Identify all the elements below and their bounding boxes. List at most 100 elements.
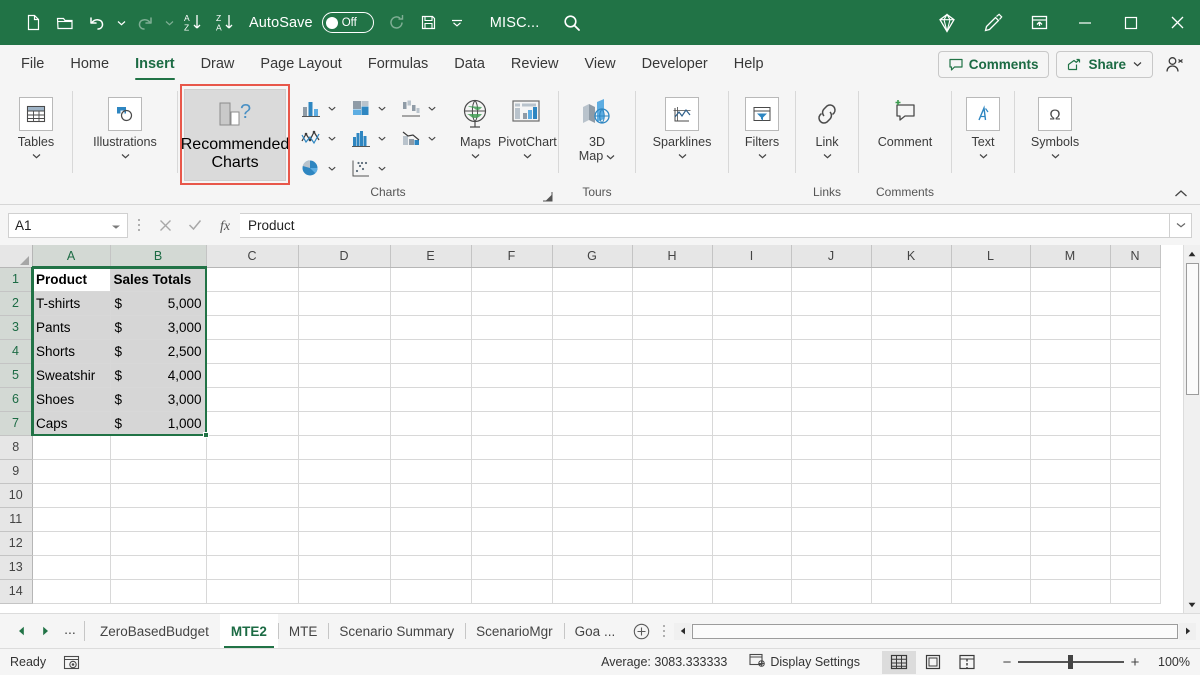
cell-c7[interactable] xyxy=(206,411,298,435)
cell-b11[interactable] xyxy=(110,507,206,531)
open-folder-icon[interactable] xyxy=(50,8,80,38)
maximize-button[interactable] xyxy=(1108,0,1154,45)
cell-f13[interactable] xyxy=(471,555,552,579)
status-average[interactable]: Average: 3083.333333 xyxy=(601,655,727,669)
zoom-level-label[interactable]: 100% xyxy=(1146,655,1190,669)
undo-dropdown-caret-icon[interactable] xyxy=(114,9,128,37)
cell-b4[interactable]: $2,500 xyxy=(110,339,206,363)
cell-c5[interactable] xyxy=(206,363,298,387)
cell-k2[interactable] xyxy=(871,291,951,315)
cell-b7[interactable]: $1,000 xyxy=(110,411,206,435)
cancel-formula-icon[interactable] xyxy=(150,213,180,238)
row-header-14[interactable]: 14 xyxy=(0,579,32,603)
formula-bar-handle[interactable] xyxy=(128,213,150,238)
3d-map-button[interactable]: 3D Map xyxy=(559,87,635,163)
cell-m3[interactable] xyxy=(1030,315,1110,339)
cell-f11[interactable] xyxy=(471,507,552,531)
cell-c11[interactable] xyxy=(206,507,298,531)
row-header-11[interactable]: 11 xyxy=(0,507,32,531)
cell-e14[interactable] xyxy=(390,579,471,603)
illustrations-caret-icon[interactable] xyxy=(121,149,130,163)
sparklines-caret-icon[interactable] xyxy=(678,149,687,163)
maps-button[interactable]: Maps xyxy=(454,87,497,163)
insert-function-icon[interactable]: fx xyxy=(210,213,240,238)
sheet-overflow-icon[interactable]: ... xyxy=(58,619,82,643)
cell-j3[interactable] xyxy=(791,315,871,339)
cell-n3[interactable] xyxy=(1110,315,1160,339)
cell-e11[interactable] xyxy=(390,507,471,531)
sparklines-button[interactable]: Sparklines xyxy=(636,87,728,163)
cell-j7[interactable] xyxy=(791,411,871,435)
previous-sheet-icon[interactable] xyxy=(10,619,32,643)
pie-chart-caret-icon[interactable] xyxy=(326,156,338,180)
cell-d14[interactable] xyxy=(298,579,390,603)
recommended-charts-button[interactable]: ? Recommended Charts xyxy=(184,89,286,181)
cell-e13[interactable] xyxy=(390,555,471,579)
row-header-3[interactable]: 3 xyxy=(0,315,32,339)
zoom-in-button[interactable]: + xyxy=(1124,652,1146,672)
cell-h6[interactable] xyxy=(632,387,712,411)
maps-caret-icon[interactable] xyxy=(471,149,480,163)
tab-insert[interactable]: Insert xyxy=(122,45,188,83)
cell-f7[interactable] xyxy=(471,411,552,435)
cell-e7[interactable] xyxy=(390,411,471,435)
cell-a9[interactable] xyxy=(32,459,110,483)
scroll-down-icon[interactable] xyxy=(1184,596,1200,613)
charts-dialog-launcher[interactable] xyxy=(540,189,554,203)
column-header-j[interactable]: J xyxy=(791,245,871,267)
cell-l2[interactable] xyxy=(951,291,1030,315)
cell-f9[interactable] xyxy=(471,459,552,483)
cell-f5[interactable] xyxy=(471,363,552,387)
scroll-left-icon[interactable] xyxy=(674,623,691,640)
cell-a4[interactable]: Shorts xyxy=(32,339,110,363)
cell-j2[interactable] xyxy=(791,291,871,315)
cell-k5[interactable] xyxy=(871,363,951,387)
cell-a13[interactable] xyxy=(32,555,110,579)
cells-viewport[interactable]: A B C D E F G H I J K L M N xyxy=(0,245,1183,613)
cell-j4[interactable] xyxy=(791,339,871,363)
cell-k4[interactable] xyxy=(871,339,951,363)
horizontal-scrollbar-thumb[interactable] xyxy=(692,624,1178,639)
cell-c14[interactable] xyxy=(206,579,298,603)
vertical-scrollbar-track[interactable] xyxy=(1184,262,1200,596)
cell-g12[interactable] xyxy=(552,531,632,555)
cell-j5[interactable] xyxy=(791,363,871,387)
cell-a8[interactable] xyxy=(32,435,110,459)
cell-b13[interactable] xyxy=(110,555,206,579)
cell-l1[interactable] xyxy=(951,267,1030,291)
sort-descending-icon[interactable]: ZA xyxy=(210,8,240,38)
cell-b5[interactable]: $4,000 xyxy=(110,363,206,387)
cell-d11[interactable] xyxy=(298,507,390,531)
search-icon[interactable] xyxy=(557,8,587,38)
sheet-tab-scenariomgr[interactable]: ScenarioMgr xyxy=(465,614,564,648)
cell-i10[interactable] xyxy=(712,483,791,507)
vertical-scrollbar[interactable] xyxy=(1183,245,1200,613)
cell-i11[interactable] xyxy=(712,507,791,531)
cell-k10[interactable] xyxy=(871,483,951,507)
cell-m7[interactable] xyxy=(1030,411,1110,435)
copilot-icon[interactable] xyxy=(924,0,970,45)
tab-formulas[interactable]: Formulas xyxy=(355,45,441,83)
select-all-corner[interactable] xyxy=(0,245,32,267)
filters-caret-icon[interactable] xyxy=(758,149,767,163)
cell-a1[interactable]: Product xyxy=(32,267,110,291)
pivotchart-button[interactable]: PivotChart xyxy=(497,87,558,163)
cell-e5[interactable] xyxy=(390,363,471,387)
column-chart-caret-icon[interactable] xyxy=(326,96,338,120)
cell-d8[interactable] xyxy=(298,435,390,459)
combo-chart-button[interactable] xyxy=(398,126,448,150)
cell-l11[interactable] xyxy=(951,507,1030,531)
cell-c3[interactable] xyxy=(206,315,298,339)
cell-i8[interactable] xyxy=(712,435,791,459)
name-box[interactable]: A1 xyxy=(8,213,128,238)
cell-d6[interactable] xyxy=(298,387,390,411)
selection-fill-handle[interactable] xyxy=(203,432,209,438)
cell-d13[interactable] xyxy=(298,555,390,579)
symbols-button[interactable]: Ω Symbols xyxy=(1015,87,1095,163)
cell-n7[interactable] xyxy=(1110,411,1160,435)
cell-g3[interactable] xyxy=(552,315,632,339)
cell-l6[interactable] xyxy=(951,387,1030,411)
column-chart-button[interactable] xyxy=(298,96,348,120)
tab-file[interactable]: File xyxy=(8,45,57,83)
cell-n4[interactable] xyxy=(1110,339,1160,363)
